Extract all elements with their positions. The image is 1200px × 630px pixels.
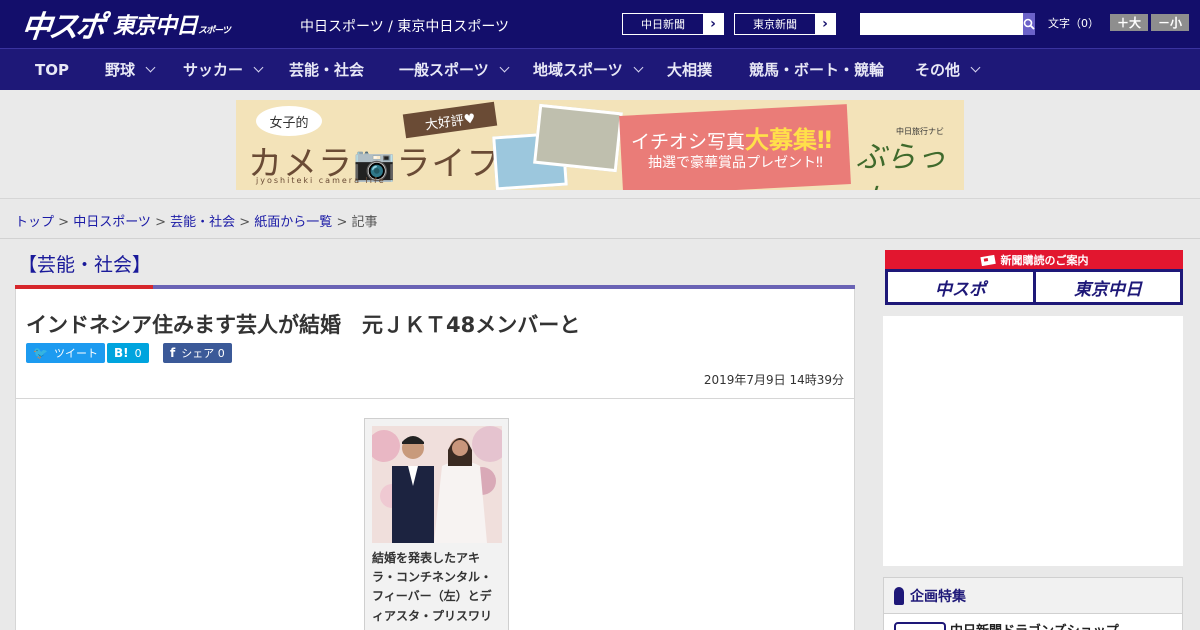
feature-box: 企画特集 中日新聞ドラゴンズショップ <box>883 577 1183 630</box>
chevron-right-icon: › <box>822 16 828 32</box>
font-size-control: 文字（0） ＋大 －小 <box>1048 14 1189 31</box>
site-header: 中スポ 東京中日スポーツ 中日スポーツ / 東京中日スポーツ 中日新聞 › 東京… <box>0 0 1200 48</box>
article-photo: 結婚を発表したアキラ・コンチネンタル・フィーバー（左）とディアスタ・プリスワリニ <box>364 418 509 630</box>
hatena-count: 0 <box>134 346 142 360</box>
nav-soccer[interactable]: サッカー <box>183 49 264 90</box>
nav-baseball[interactable]: 野球 <box>105 49 156 90</box>
banner-headline: イチオシ写真大募集‼ <box>631 126 833 154</box>
facebook-share-button[interactable]: f シェア 0 <box>163 343 232 363</box>
nav-entertainment[interactable]: 芸能・社会 <box>289 49 364 90</box>
breadcrumb-current: 記事 <box>351 215 378 230</box>
ribbon-icon <box>894 586 904 605</box>
subscription-title-label: 新聞購読のご案内 <box>1000 253 1089 267</box>
nav-label: サッカー <box>183 61 244 79</box>
divider <box>0 238 1200 239</box>
subscribe-tokyo-button[interactable]: 東京中日 <box>1036 272 1180 302</box>
site-logo[interactable]: 中スポ 東京中日スポーツ <box>20 6 231 45</box>
banner-tag: 大好評♥ <box>402 101 498 139</box>
nav-general-sports[interactable]: 一般スポーツ <box>399 49 510 90</box>
main-nav: TOP 野球 サッカー 芸能・社会 一般スポーツ 地域スポーツ 大相撲 競馬・ボ… <box>0 48 1200 90</box>
breadcrumb-separator: > <box>235 215 255 230</box>
search-input[interactable] <box>860 13 1023 35</box>
facebook-label: シェア <box>181 347 215 360</box>
subscription-title[interactable]: 新聞購読のご案内 <box>885 250 1183 269</box>
tokyo-shimbun-label: 東京新聞 <box>735 14 815 34</box>
feature-header: 企画特集 <box>884 578 1182 614</box>
logo-tokyo-chunichi[interactable]: 東京中日スポーツ <box>113 8 231 40</box>
banner-subtitle: jyoshiteki camera life <box>256 176 386 185</box>
search-button[interactable] <box>1023 13 1035 35</box>
breadcrumb-separator: > <box>54 215 74 230</box>
tweet-button[interactable]: 🐦 ツイート <box>26 343 105 363</box>
nav-label: 野球 <box>105 61 136 79</box>
site-links[interactable]: 中日スポーツ / 東京中日スポーツ <box>300 16 509 36</box>
hatena-button[interactable]: B! 0 <box>107 343 149 363</box>
chevron-down-icon <box>253 62 264 73</box>
hatena-icon: B! <box>114 346 129 360</box>
chunichi-shimbun-button[interactable]: 中日新聞 › <box>622 13 724 35</box>
chevron-down-icon <box>633 62 644 73</box>
breadcrumb-separator: > <box>332 215 352 230</box>
nav-top[interactable]: TOP <box>35 49 69 90</box>
logo-chuspo[interactable]: 中スポ <box>20 2 106 46</box>
breadcrumb: トップ > 中日スポーツ > 芸能・社会 > 紙面から一覧 > 記事 <box>15 211 378 230</box>
wedding-photo[interactable] <box>372 426 502 543</box>
banner-photo <box>533 103 623 173</box>
facebook-icon: f <box>170 346 176 360</box>
font-smaller-button[interactable]: －小 <box>1151 14 1189 31</box>
chunichi-shimbun-label: 中日新聞 <box>623 14 703 34</box>
article-header: インドネシア住みます芸人が結婚 元ＪＫＴ48メンバーと 🐦 ツイート B! 0 fシ… <box>15 289 855 399</box>
nav-sumo[interactable]: 大相撲 <box>667 49 712 90</box>
tweet-label: ツイート <box>53 347 98 360</box>
feature-thumbnail[interactable] <box>894 622 946 630</box>
feature-title: 企画特集 <box>910 588 966 605</box>
feature-item[interactable]: 中日新聞ドラゴンズショップ <box>950 620 1119 630</box>
nav-label: TOP <box>35 60 69 79</box>
nav-label: 競馬・ボート・競輪 <box>749 61 885 79</box>
chevron-down-icon <box>499 62 510 73</box>
banner-area: 女子的 カメラ📷ライフ jyoshiteki camera life 大好評♥ … <box>0 90 1200 199</box>
search-icon <box>1023 18 1035 30</box>
tokyo-shimbun-button[interactable]: 東京新聞 › <box>734 13 836 35</box>
breadcrumb-entertainment[interactable]: 芸能・社会 <box>170 215 235 230</box>
breadcrumb-separator: > <box>150 215 171 230</box>
breadcrumb-paper-list[interactable]: 紙面から一覧 <box>254 215 332 230</box>
sidebar-ad[interactable] <box>883 316 1183 566</box>
search-box <box>860 13 1035 35</box>
nav-label: 地域スポーツ <box>533 61 623 79</box>
category-title: 【芸能・社会】 <box>18 254 152 276</box>
camera-life-banner[interactable]: 女子的 カメラ📷ライフ jyoshiteki camera life 大好評♥ … <box>236 100 964 190</box>
article-body: 結婚を発表したアキラ・コンチネンタル・フィーバー（左）とディアスタ・プリスワリニ <box>15 399 855 630</box>
nav-other[interactable]: その他 <box>915 49 981 90</box>
chevron-down-icon <box>970 62 981 73</box>
chevron-down-icon <box>145 62 156 73</box>
subscription-box: 新聞購読のご案内 中スポ 東京中日 <box>885 250 1183 305</box>
article-date: 2019年7月9日 14時39分 <box>703 373 844 387</box>
subscribe-chuspo-button[interactable]: 中スポ <box>888 272 1033 302</box>
nav-label: 大相撲 <box>667 61 713 79</box>
nav-label: 芸能・社会 <box>289 61 365 79</box>
font-size-label: 文字（0） <box>1048 16 1099 30</box>
twitter-icon: 🐦 <box>33 346 48 360</box>
photo-caption: 結婚を発表したアキラ・コンチネンタル・フィーバー（左）とディアスタ・プリスワリニ <box>372 551 493 630</box>
chevron-right-icon: › <box>710 16 716 32</box>
newspaper-icon <box>979 254 996 266</box>
banner-prize: 抽選で豪華賞品プレゼント‼ <box>648 155 823 171</box>
nav-label: 一般スポーツ <box>399 61 489 79</box>
facebook-count: 0 <box>217 346 225 360</box>
banner-bubble: 女子的 <box>256 106 322 136</box>
nav-racing[interactable]: 競馬・ボート・競輪 <box>749 49 884 90</box>
font-larger-button[interactable]: ＋大 <box>1110 14 1148 31</box>
banner-brand: ぶらっ人 <box>856 140 946 190</box>
nav-local-sports[interactable]: 地域スポーツ <box>533 49 644 90</box>
breadcrumb-top[interactable]: トップ <box>15 215 54 230</box>
article-headline: インドネシア住みます芸人が結婚 元ＪＫＴ48メンバーと <box>26 313 581 337</box>
breadcrumb-chunichi-sports[interactable]: 中日スポーツ <box>73 215 151 230</box>
nav-label: その他 <box>915 61 961 79</box>
